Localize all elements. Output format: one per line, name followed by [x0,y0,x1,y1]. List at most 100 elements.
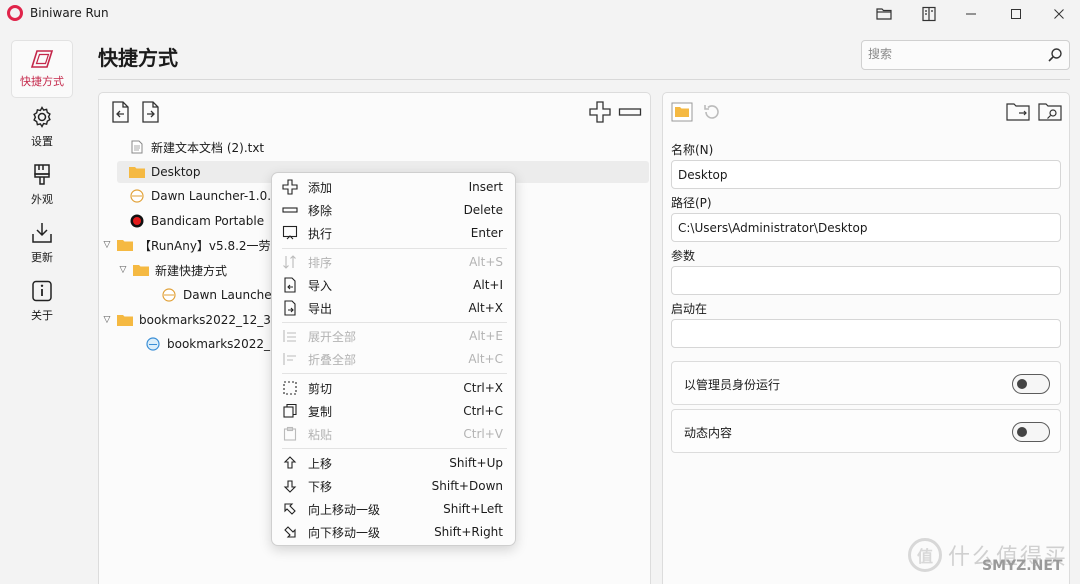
app-icon [161,288,177,302]
folder-button[interactable] [669,99,695,125]
tree-item[interactable]: 新建文本文档 (2).txt [117,136,264,158]
run-as-admin-label: 以管理员身份运行 [684,378,781,392]
nav-item-label: 设置 [31,135,53,148]
book-button[interactable] [906,0,952,28]
folder-search-icon [1038,103,1062,121]
tree-item[interactable]: ▽ 新建快捷方式 [117,259,227,281]
nav-item-update[interactable]: 更新 [11,214,73,272]
refresh-button[interactable] [699,99,725,125]
menu-item-move-up[interactable]: 上移 Shift+Up [276,452,513,474]
title-divider [98,79,1070,80]
tree-item-label: Desktop [151,165,201,179]
download-icon [32,223,52,243]
menu-item-collapse-all: 折叠全部 Alt+C [276,348,513,370]
menu-item-sort: 排序 Alt+S [276,251,513,273]
minus-icon [276,202,304,218]
import-button[interactable] [107,99,133,125]
close-button[interactable] [1036,0,1080,28]
run-as-admin-toggle[interactable] [1012,374,1050,394]
copy-icon [276,403,304,419]
chevron-down-icon[interactable]: ▽ [101,315,113,325]
menu-item-export[interactable]: 导出 Alt+X [276,297,513,319]
import-icon [112,101,129,123]
folder-link-icon [1006,103,1030,121]
book-icon [922,6,936,22]
path-label: 路径(P) [671,196,712,210]
args-label: 参数 [671,249,696,263]
details-panel: 名称(N) Desktop 路径(P) C:\Users\Administrat… [662,92,1070,584]
args-field[interactable] [671,266,1061,295]
browser-icon [145,337,161,351]
sort-icon [276,254,304,270]
nav-item-shortcuts[interactable]: 快捷方式 [11,40,73,98]
nav-item-label: 更新 [31,251,53,264]
search-box[interactable] [861,40,1070,70]
import-icon [276,277,304,293]
tree-item-label: 新建快捷方式 [155,263,228,278]
start-in-label: 启动在 [671,302,708,316]
menu-item-move-down[interactable]: 下移 Shift+Down [276,475,513,497]
start-in-field[interactable] [671,319,1061,348]
folder-icon [117,313,133,327]
tree-item[interactable]: Bandicam Portable [117,210,264,232]
maximize-button[interactable] [993,0,1039,28]
menu-item-move-down-level[interactable]: 向下移动一级 Shift+Right [276,521,513,543]
tree-item-label: 新建文本文档 (2).txt [151,140,265,155]
app-logo-icon [7,5,23,21]
search-input[interactable] [868,47,1038,61]
context-menu: 添加 Insert 移除 Delete 执行 Enter 排序 Alt+S 导入 Alt+… [271,172,516,546]
nav-item-settings[interactable]: 设置 [11,98,73,156]
menu-item-cut[interactable]: 剪切 Ctrl+X [276,377,513,399]
run-as-admin-row: 以管理员身份运行 [671,361,1061,405]
dynamic-content-toggle[interactable] [1012,422,1050,442]
add-button[interactable] [587,99,613,125]
paste-icon [276,426,304,442]
arrow-up-icon [276,455,304,471]
arrow-up-left-icon [276,501,304,517]
menu-item-remove[interactable]: 移除 Delete [276,199,513,221]
tree-item-label: Bandicam Portable [151,214,265,228]
brush-icon [34,164,50,185]
export-icon [276,300,304,316]
chevron-down-icon[interactable]: ▽ [101,240,113,250]
minus-icon [618,108,642,116]
watermark-site: SMYZ.NET [982,558,1063,574]
remove-button[interactable] [617,99,643,125]
folder-icon [671,102,693,122]
name-field[interactable]: Desktop [671,160,1061,189]
menu-item-copy[interactable]: 复制 Ctrl+C [276,400,513,422]
cut-icon [276,380,304,396]
open-location-button[interactable] [1005,99,1031,125]
record-icon [129,214,145,228]
minimize-icon [966,13,976,15]
watermark: 值 什么值得买 SMYZ.NET [908,538,1068,574]
export-icon [142,101,159,123]
watermark-logo: 值 [908,538,942,572]
collapse-all-icon [276,351,304,367]
chevron-down-icon[interactable]: ▽ [117,265,129,275]
menu-item-add[interactable]: 添加 Insert [276,176,513,198]
minimize-button[interactable] [948,0,994,28]
gear-icon [33,106,51,128]
menu-item-run[interactable]: 执行 Enter [276,222,513,244]
nav-item-label: 快捷方式 [20,75,64,88]
title-bar: Biniware Run [0,0,1080,28]
folder-open-icon [876,8,892,20]
folder-icon [129,165,145,179]
window-title: Biniware Run [30,6,109,20]
arrow-down-icon [276,478,304,494]
nav-item-appearance[interactable]: 外观 [11,156,73,214]
open-folder-search-button[interactable] [1037,99,1063,125]
menu-item-move-up-level[interactable]: 向上移动一级 Shift+Left [276,498,513,520]
path-field[interactable]: C:\Users\Administrator\Desktop [671,213,1061,242]
expand-all-icon [276,328,304,344]
nav-item-about[interactable]: 关于 [11,272,73,330]
maximize-icon [1011,9,1021,19]
open-folder-button[interactable] [861,0,907,28]
nav-item-label: 外观 [31,193,53,206]
menu-item-import[interactable]: 导入 Alt+I [276,274,513,296]
search-icon[interactable] [1047,47,1063,63]
export-button[interactable] [137,99,163,125]
run-icon [276,225,304,241]
app-icon [129,189,145,203]
